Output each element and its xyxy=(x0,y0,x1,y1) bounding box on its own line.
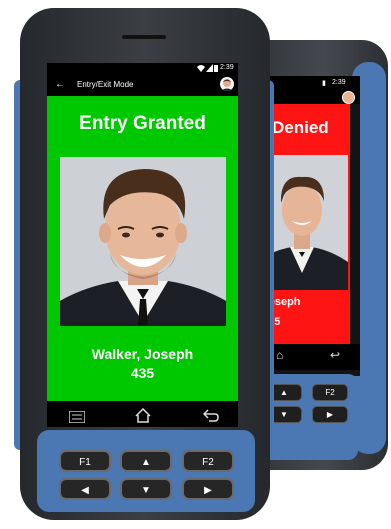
back-return-icon[interactable]: ↩ xyxy=(330,348,340,362)
signal-icon xyxy=(206,64,213,74)
down-arrow-icon: ▼ xyxy=(141,485,151,496)
back-person-name: Joseph xyxy=(262,296,301,308)
back-person-id: 435 xyxy=(262,316,348,328)
wifi-icon xyxy=(197,64,205,74)
speaker-grille xyxy=(122,35,166,39)
front-screen: 2:39 ← Entry/Exit Mode Entry Granted Wal… xyxy=(47,63,238,405)
back-battery-icon: ▮ xyxy=(322,80,326,87)
battery-icon xyxy=(214,64,218,74)
avatar[interactable] xyxy=(220,77,234,91)
status-time: 2:39 xyxy=(220,64,234,71)
person-name: Walker, Joseph xyxy=(91,346,194,362)
status-bar: 2:39 xyxy=(47,63,238,74)
down-key[interactable]: ▼ xyxy=(120,478,172,500)
right-arrow-icon: ▶ xyxy=(204,485,212,496)
right-key[interactable]: ▶ xyxy=(182,478,234,500)
up-key[interactable]: ▲ xyxy=(120,450,172,472)
person-photo xyxy=(60,157,226,326)
keypad: F1 ▲ F2 ◀ ▼ ▶ xyxy=(37,430,255,512)
back-home-icon[interactable]: ⌂ xyxy=(276,348,283,362)
menu-icon[interactable] xyxy=(68,410,86,428)
back-f2-label: F2 xyxy=(325,388,335,397)
app-bar-title: Entry/Exit Mode xyxy=(77,80,134,89)
result-title: Entry Granted xyxy=(79,113,206,134)
back-app-bar xyxy=(262,90,360,104)
left-arrow-icon: ◀ xyxy=(81,485,89,496)
back-down-arrow-icon: ▼ xyxy=(280,410,288,419)
f2-key[interactable]: F2 xyxy=(182,450,234,472)
home-icon[interactable] xyxy=(135,407,151,428)
f2-label: F2 xyxy=(202,457,214,468)
left-key[interactable]: ◀ xyxy=(59,478,111,500)
back-right-key[interactable]: ▶ xyxy=(312,406,348,423)
back-up-arrow-icon: ▲ xyxy=(280,388,288,397)
nav-bar xyxy=(47,405,238,427)
back-nav-bar: ⌂ ↩ xyxy=(262,344,360,370)
f1-label: F1 xyxy=(79,457,91,468)
person-id: 435 xyxy=(130,365,155,381)
f1-key[interactable]: F1 xyxy=(59,450,111,472)
back-avatar[interactable] xyxy=(342,91,355,104)
back-right-arrow-icon: ▶ xyxy=(326,410,334,419)
back-status-time: 2:39 xyxy=(332,79,346,86)
back-arrow-icon[interactable]: ← xyxy=(55,79,65,90)
up-arrow-icon: ▲ xyxy=(141,457,151,468)
app-bar: ← Entry/Exit Mode xyxy=(47,74,238,96)
back-status-bar: ▮ 2:39 xyxy=(262,76,360,90)
return-icon[interactable] xyxy=(202,409,219,427)
back-f2-key[interactable]: F2 xyxy=(312,384,348,401)
back-result-title: Denied xyxy=(272,118,329,137)
back-person-photo xyxy=(262,155,348,290)
